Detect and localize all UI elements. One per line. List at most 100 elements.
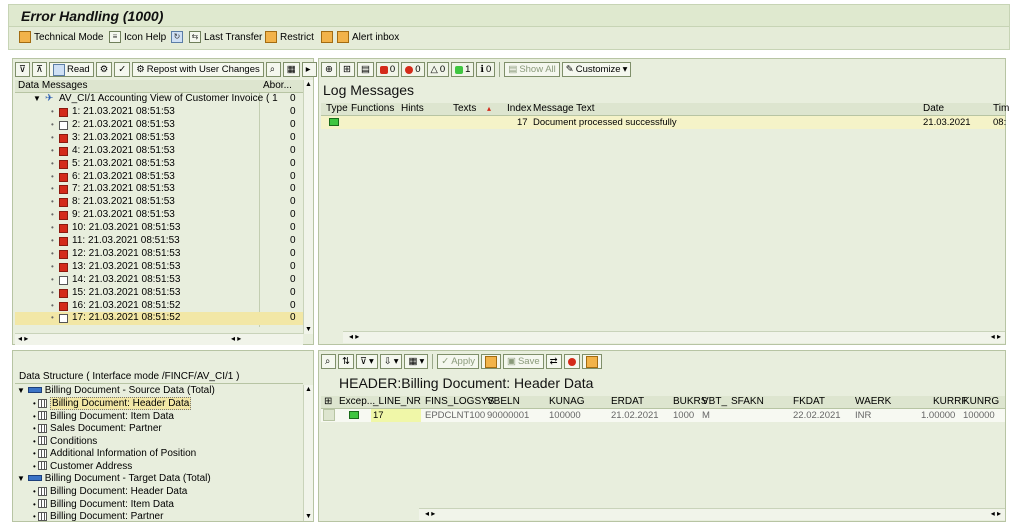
collapse-source-icon[interactable]: ▼: [17, 386, 25, 395]
apply-button[interactable]: ✓ Apply: [437, 354, 479, 369]
show-all-button[interactable]: ▤ Show All: [504, 62, 560, 77]
data-message-item[interactable]: • 1: 21.03.2021 08:51:53 0: [15, 106, 305, 119]
structure-table-item[interactable]: • Customer Address: [33, 461, 132, 474]
col-abort[interactable]: Abor...: [263, 80, 292, 92]
log-horizontal-scrollbar[interactable]: ◂ ▸ ◂ ▸: [343, 331, 1005, 343]
structure-table-item[interactable]: • Billing Document: Item Data: [33, 499, 174, 512]
structure-table-item[interactable]: • Additional Information of Position: [33, 448, 196, 461]
scroll-left-icon[interactable]: ◂ ▸: [18, 334, 28, 343]
data-message-item[interactable]: • 13: 21.03.2021 08:51:53 0: [15, 261, 305, 274]
last-transfer-button[interactable]: ⇆ Last Transfer: [189, 31, 262, 43]
collapse-node-icon[interactable]: ▼: [33, 93, 41, 106]
col-hints[interactable]: Hints: [401, 103, 424, 115]
restrict-button[interactable]: Restrict: [265, 31, 314, 43]
col-data-messages[interactable]: Data Messages: [18, 80, 87, 92]
col-erdat[interactable]: ERDAT: [611, 396, 644, 408]
data-message-item[interactable]: • 12: 21.03.2021 08:51:53 0: [15, 248, 305, 261]
check-button[interactable]: ✓: [114, 62, 131, 77]
data-message-item[interactable]: • 11: 21.03.2021 08:51:53 0: [15, 235, 305, 248]
data-message-item[interactable]: • 6: 21.03.2021 08:51:53 0: [15, 171, 305, 184]
col-index[interactable]: Index: [507, 103, 531, 115]
col-fins-logsys[interactable]: FINS_LOGSYS: [425, 396, 494, 408]
col-excep[interactable]: Excep...: [339, 396, 375, 408]
col-vbeln[interactable]: VBELN: [487, 396, 520, 408]
delete-button[interactable]: [563, 354, 580, 369]
success-count-button[interactable]: 1: [451, 62, 475, 77]
structure-table-item[interactable]: • Billing Document: Header Data: [33, 486, 187, 499]
customize-button[interactable]: ✎ Customize ▾: [561, 62, 632, 77]
col-vbt[interactable]: VBT_: [702, 396, 727, 408]
structure-scroll-down-icon[interactable]: ▼: [305, 513, 312, 520]
data-message-item[interactable]: • 9: 21.03.2021 08:51:53 0: [15, 209, 305, 222]
repost-button[interactable]: ⚙ Repost with User Changes: [132, 62, 264, 77]
info-count-button[interactable]: ℹ0: [476, 62, 496, 77]
data-message-item[interactable]: • 4: 21.03.2021 08:51:53 0: [15, 145, 305, 158]
refresh-button[interactable]: ↻: [171, 31, 183, 43]
structure-table-item[interactable]: • Sales Document: Partner: [33, 423, 162, 436]
col-texts[interactable]: Texts: [453, 103, 476, 115]
col-line-nr[interactable]: _LINE_NR: [373, 396, 421, 408]
col-type[interactable]: Type: [326, 103, 348, 115]
data-message-item[interactable]: • 7: 21.03.2021 08:51:53 0: [15, 183, 305, 196]
target-data-node[interactable]: ▼ Billing Document - Target Data (Total): [17, 473, 211, 486]
collapse-all-button[interactable]: ⊼: [32, 62, 47, 77]
scroll-down-icon[interactable]: ▼: [305, 326, 312, 333]
layout-button[interactable]: ▦: [282, 62, 300, 77]
service-button[interactable]: [321, 31, 333, 43]
structure-table-item[interactable]: • Conditions: [33, 436, 97, 449]
icon-help-button[interactable]: ≡ Icon Help: [109, 31, 166, 43]
filter-detail-button[interactable]: ⊽ ▾: [355, 354, 378, 369]
read-button[interactable]: Read: [49, 62, 94, 77]
tree-root-node[interactable]: ▼ ✈ AV_CI/1 Accounting View of Customer …: [15, 93, 305, 106]
data-message-item[interactable]: • 2: 21.03.2021 08:51:53 0: [15, 119, 305, 132]
col-sfakn[interactable]: SFAKN: [731, 396, 764, 408]
row-selector[interactable]: [323, 409, 335, 421]
expand-all-button[interactable]: ⊽: [15, 62, 30, 77]
tree-vertical-scrollbar[interactable]: ▲ ▼: [303, 80, 313, 334]
layout-detail-button[interactable]: ▦ ▾: [404, 354, 429, 369]
data-message-item[interactable]: • 15: 21.03.2021 08:51:53 0: [15, 287, 305, 300]
detail-row[interactable]: 17 EPDCLNT100 90000001 100000 21.02.2021…: [321, 409, 1005, 422]
tree-horizontal-scrollbar[interactable]: ◂ ▸ ◂ ▸: [15, 333, 303, 345]
sort-detail-button[interactable]: ⇅: [338, 354, 354, 369]
log-scroll-left-icon[interactable]: ◂ ▸: [349, 332, 359, 341]
detail-scroll-left-icon[interactable]: ◂ ▸: [425, 509, 435, 518]
data-message-item[interactable]: • 3: 21.03.2021 08:51:53 0: [15, 132, 305, 145]
structure-scroll-up-icon[interactable]: ▲: [305, 386, 312, 393]
alert-button[interactable]: [581, 354, 602, 369]
data-message-item[interactable]: • 10: 21.03.2021 08:51:53 0: [15, 222, 305, 235]
scroll-up-icon[interactable]: ▲: [305, 81, 312, 88]
col-kunag[interactable]: KUNAG: [549, 396, 585, 408]
col-kunrg[interactable]: KUNRG: [963, 396, 999, 408]
col-message-text[interactable]: Message Text: [533, 103, 595, 115]
log-row[interactable]: 17 Document processed successfully 21.03…: [321, 116, 1006, 129]
process-button[interactable]: ⚙: [95, 62, 113, 77]
stop-count-button[interactable]: 0: [375, 62, 400, 77]
error-count-button[interactable]: 0: [401, 62, 425, 77]
collapse-target-icon[interactable]: ▼: [17, 474, 25, 483]
warning-count-button[interactable]: △ 0: [426, 62, 450, 77]
data-message-item[interactable]: • 8: 21.03.2021 08:51:53 0: [15, 196, 305, 209]
col-functions[interactable]: Functions: [351, 103, 394, 115]
save-button[interactable]: ▣ Save: [502, 354, 544, 369]
col-time[interactable]: Tim: [993, 103, 1009, 115]
compare-button[interactable]: ⇄: [545, 354, 562, 369]
structure-vertical-scrollbar[interactable]: ▲ ▼: [303, 385, 313, 521]
col-waerk[interactable]: WAERK: [855, 396, 891, 408]
log-scroll-right-icon[interactable]: ◂ ▸: [991, 332, 1001, 341]
find-detail-button[interactable]: ⌕: [321, 354, 336, 369]
source-data-node[interactable]: ▼ Billing Document - Source Data (Total): [17, 385, 215, 398]
more-button[interactable]: ▸: [301, 62, 317, 77]
structure-table-item[interactable]: • Billing Document: Header Data: [33, 397, 192, 411]
detail-scroll-right-icon[interactable]: ◂ ▸: [991, 509, 1001, 518]
details-button[interactable]: ⊕: [321, 62, 337, 77]
data-message-item[interactable]: • 16: 21.03.2021 08:51:52 0: [15, 300, 305, 313]
scroll-right-icon[interactable]: ◂ ▸: [231, 334, 241, 343]
data-message-item[interactable]: • 17: 21.03.2021 08:51:52 0: [15, 312, 305, 326]
structure-table-item[interactable]: • Billing Document: Item Data: [33, 411, 174, 424]
print-button[interactable]: ▤: [356, 62, 374, 77]
col-fkdat[interactable]: FKDAT: [793, 396, 825, 408]
detail-horizontal-scrollbar[interactable]: ◂ ▸ ◂ ▸: [419, 508, 1005, 520]
line-nr-field[interactable]: 17: [371, 409, 421, 422]
filter-button[interactable]: ⊞: [338, 62, 355, 77]
